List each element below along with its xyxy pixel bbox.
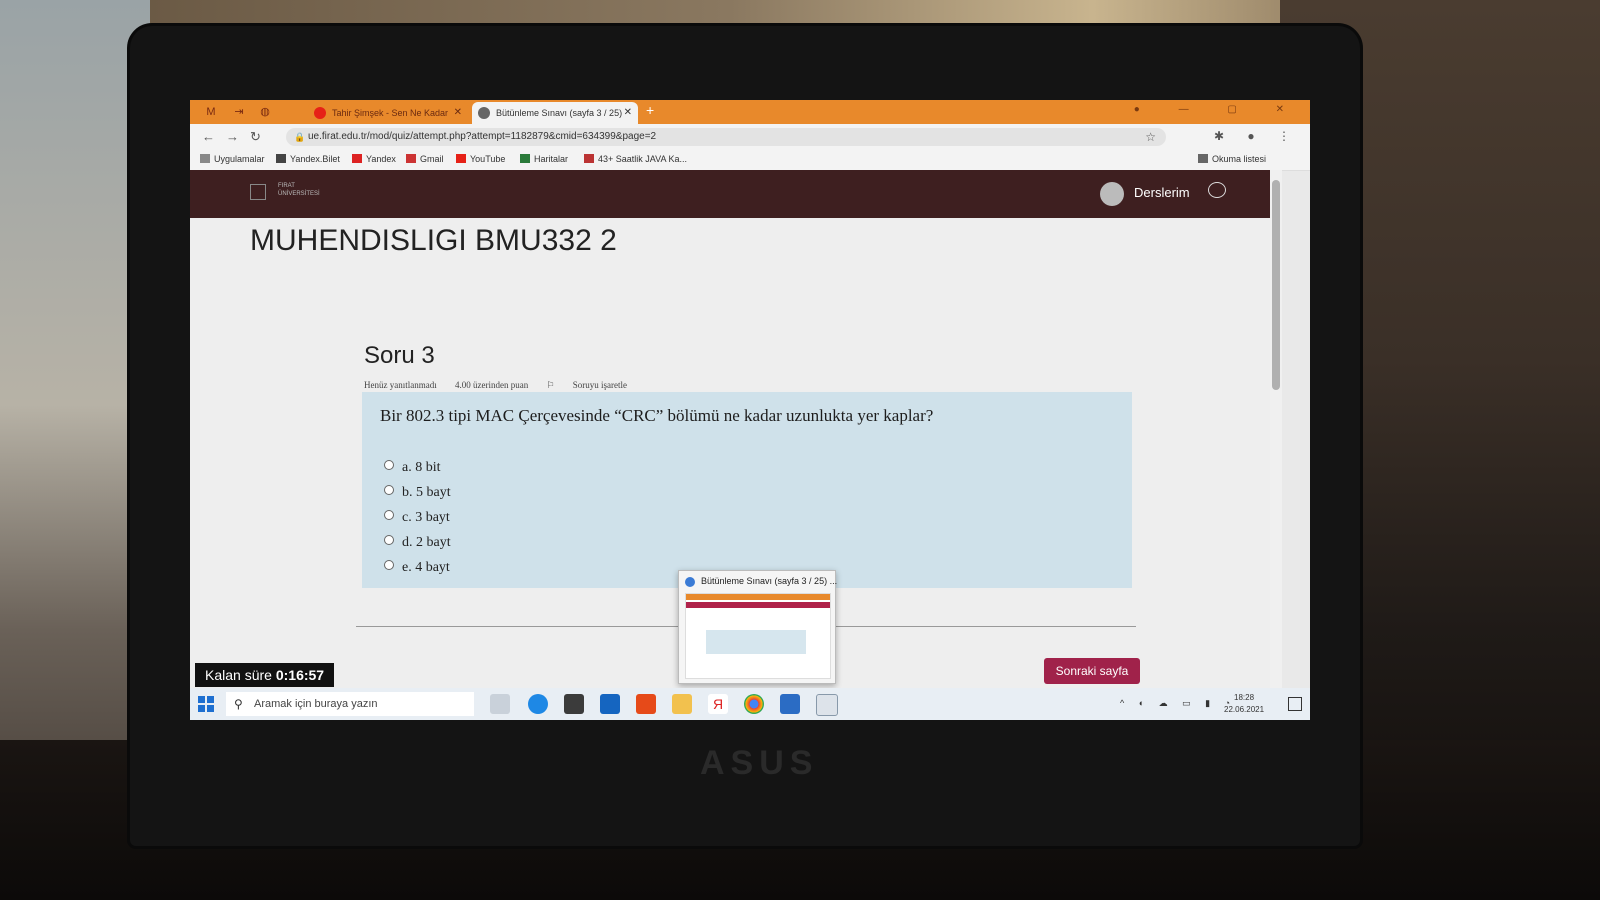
address-bar[interactable]: 🔒 ue.firat.edu.tr/mod/quiz/attempt.php?a…	[286, 128, 1166, 146]
laptop-screen: M ⇥ ◍ Tahir Şimşek - Sen Ne Kadar Sev...…	[190, 100, 1310, 720]
taskbar-clock[interactable]: 18:28 22.06.2021	[1224, 692, 1264, 716]
course-title: MUHENDISLIGI BMU332 2	[250, 224, 617, 257]
taskbar-search-input[interactable]: ⚲ Aramak için buraya yazın	[226, 692, 474, 716]
bookmark-maps[interactable]: Haritalar	[520, 154, 568, 164]
answer-option-c[interactable]: c. 3 bayt	[384, 510, 450, 526]
pinned-tab-icon[interactable]: ⇥	[230, 103, 248, 121]
question-points: 4.00 üzerinden puan	[454, 380, 529, 390]
radio-button[interactable]	[384, 460, 394, 470]
radio-button[interactable]	[384, 560, 394, 570]
window-controls[interactable]: ● — ▢ ✕	[1134, 104, 1302, 115]
youtube-icon	[314, 107, 326, 119]
page-scrollbar[interactable]	[1270, 170, 1282, 720]
gmail-pinned-icon[interactable]: M	[202, 103, 220, 121]
bookmark-apps[interactable]: Uygulamalar	[200, 154, 265, 164]
system-tray-icons[interactable]: ^ ◐ ☁ ▭ ▮ ◔	[1120, 698, 1236, 709]
laptop-brand-logo: ASUS	[700, 744, 819, 782]
yandex-icon	[352, 154, 362, 163]
extension-icons[interactable]: ✱ ● ⋮	[1214, 129, 1300, 143]
mail-icon[interactable]	[600, 694, 620, 714]
question-box: Bir 802.3 tipi MAC Çerçevesinde “CRC” bö…	[362, 392, 1132, 588]
next-page-button[interactable]: Sonraki sayfa	[1044, 658, 1140, 684]
flag-icon: ⚐	[546, 380, 557, 390]
notification-icon[interactable]	[1288, 697, 1302, 711]
plane-icon	[276, 154, 286, 163]
radio-button[interactable]	[384, 535, 394, 545]
lock-icon: 🔒	[294, 132, 306, 142]
url-text: ue.firat.edu.tr/mod/quiz/attempt.php?att…	[308, 131, 657, 142]
browser-toolbar: ← → ↻ 🔒 ue.firat.edu.tr/mod/quiz/attempt…	[190, 124, 1310, 150]
file-explorer-icon[interactable]	[672, 694, 692, 714]
answer-option-a[interactable]: a. 8 bit	[384, 460, 441, 476]
back-arrow-icon[interactable]: ←	[202, 129, 215, 144]
app-window-icon[interactable]	[816, 694, 838, 716]
office-icon[interactable]	[636, 694, 656, 714]
scrollbar-thumb[interactable]	[1272, 180, 1280, 390]
timer-value: 0:16:57	[275, 667, 325, 683]
youtube-icon	[456, 154, 466, 163]
messages-icon[interactable]	[1208, 182, 1226, 198]
site-navbar: FIRAT ÜNİVERSİTESİ Derslerim	[190, 170, 1270, 218]
maps-icon	[520, 154, 530, 163]
apps-grid-icon	[200, 154, 210, 163]
nav-my-courses[interactable]: Derslerim	[1134, 185, 1190, 200]
tab-quiz[interactable]: Bütünleme Sınavı (sayfa 3 / 25) ✕	[472, 102, 638, 124]
thumbnail-image	[685, 593, 831, 679]
bookmark-gmail[interactable]: Gmail	[406, 154, 444, 164]
radio-button[interactable]	[384, 510, 394, 520]
reload-icon[interactable]: ↻	[250, 129, 261, 145]
question-info: Henüz yanıtlanmadı 4.00 üzerinden puan ⚐…	[364, 380, 659, 391]
pinned-globe-icon[interactable]: ◍	[256, 103, 274, 121]
udemy-icon	[584, 154, 594, 163]
edge-icon[interactable]	[528, 694, 548, 714]
user-avatar[interactable]	[1100, 182, 1124, 206]
tab-label: Bütünleme Sınavı (sayfa 3 / 25)	[496, 108, 623, 118]
radio-button[interactable]	[384, 485, 394, 495]
close-icon[interactable]: ✕	[624, 102, 632, 124]
reading-list-icon	[1198, 154, 1208, 163]
task-view-icon[interactable]	[490, 694, 510, 714]
site-logo[interactable]: FIRAT ÜNİVERSİTESİ	[278, 182, 320, 198]
search-icon: ⚲	[234, 697, 243, 711]
yandex-browser-icon[interactable]: Я	[708, 694, 728, 714]
question-status: Henüz yanıtlanmadı	[364, 380, 437, 390]
taskbar-thumbnail-preview[interactable]: Bütünleme Sınavı (sayfa 3 / 25) ...	[678, 570, 838, 684]
forward-arrow-icon[interactable]: →	[226, 129, 239, 144]
new-tab-button[interactable]: +	[646, 102, 654, 118]
bookmark-yandex-bilet[interactable]: Yandex.Bilet	[276, 154, 340, 164]
answer-option-b[interactable]: b. 5 bayt	[384, 485, 451, 501]
bookmark-java[interactable]: 43+ Saatlik JAVA Ka...	[584, 154, 687, 164]
answer-option-d[interactable]: d. 2 bayt	[384, 535, 451, 551]
remaining-time: Kalan süre 0:16:57	[195, 663, 335, 687]
bookmarks-bar: Uygulamalar Yandex.Bilet Yandex Gmail Yo…	[190, 150, 1310, 171]
bookmark-reading-list[interactable]: Okuma listesi	[1198, 154, 1266, 164]
answer-option-e[interactable]: e. 4 bayt	[384, 560, 450, 576]
browser-tab-bar: M ⇥ ◍ Tahir Şimşek - Sen Ne Kadar Sev...…	[190, 100, 1310, 140]
app-icon[interactable]	[780, 694, 800, 714]
timer-label: Kalan süre	[205, 667, 272, 683]
windows-start-icon[interactable]	[198, 696, 214, 712]
question-number: Soru 3	[364, 342, 435, 369]
bookmark-yandex[interactable]: Yandex	[352, 154, 396, 164]
bookmark-youtube[interactable]: YouTube	[456, 154, 505, 164]
menu-toggle-icon[interactable]	[250, 184, 266, 200]
store-icon[interactable]	[564, 694, 584, 714]
question-text: Bir 802.3 tipi MAC Çerçevesinde “CRC” bö…	[380, 406, 934, 425]
gmail-icon	[406, 154, 416, 163]
windows-taskbar: ⚲ Aramak için buraya yazın Я ^ ◐ ☁ ▭ ▮ ◔…	[190, 688, 1310, 720]
flag-question-link[interactable]: ⚐ Soruyu işaretle	[546, 380, 643, 390]
thumbnail-title: Bütünleme Sınavı (sayfa 3 / 25) ...	[701, 576, 838, 586]
chrome-icon	[685, 577, 695, 587]
bookmark-star-icon[interactable]: ☆	[1145, 128, 1156, 146]
globe-icon	[478, 107, 490, 119]
tab-youtube[interactable]: Tahir Şimşek - Sen Ne Kadar Sev... ✕	[308, 102, 468, 140]
close-icon[interactable]: ✕	[454, 102, 462, 124]
chrome-icon[interactable]	[744, 694, 764, 714]
